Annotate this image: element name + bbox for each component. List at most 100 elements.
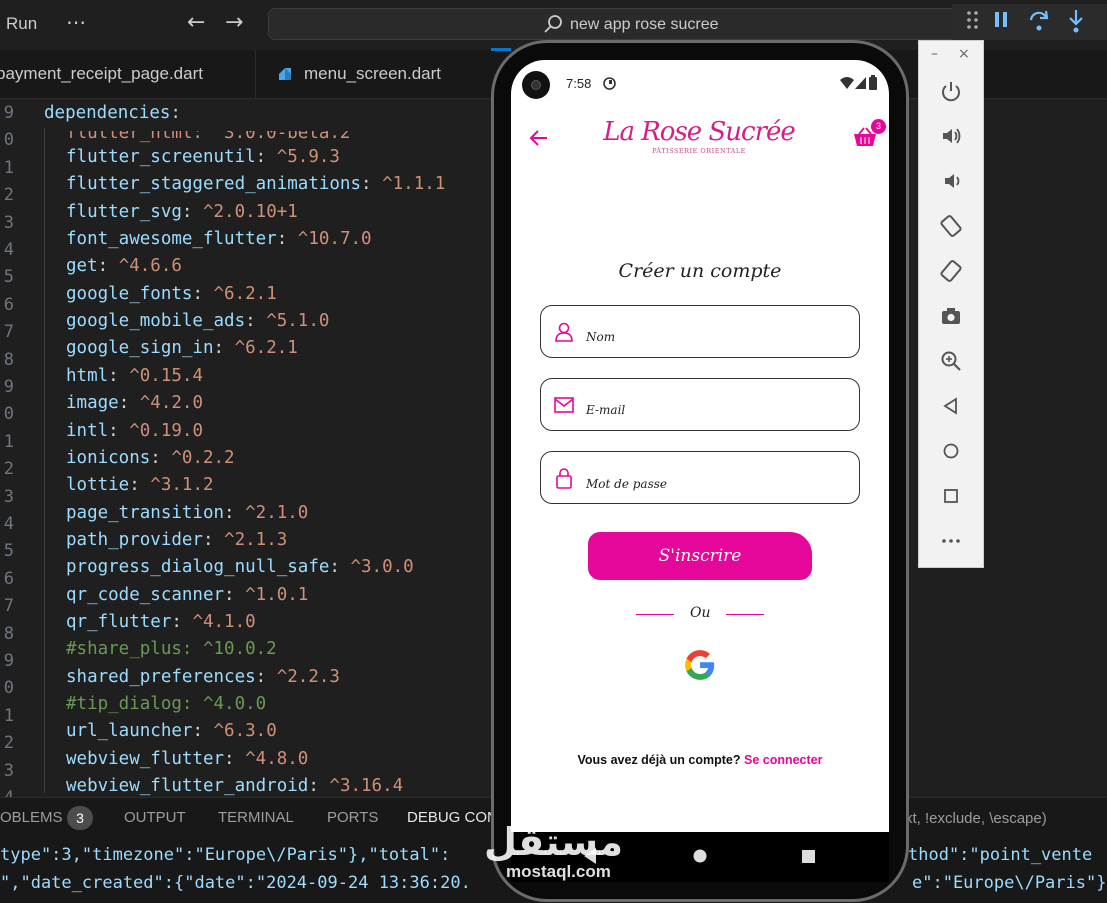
code-colon: : [245,311,267,332]
line-number: 2 [3,459,14,480]
code-line: get: ^4.6.6 [66,256,182,276]
back-arrow-icon[interactable]: ← [187,10,205,35]
package-version: ^10.7.0 [297,229,372,250]
line-number: 8 [3,623,14,644]
tab-label: payment_receipt_page.dart [0,64,203,83]
code-key: dependencies: [44,103,181,123]
signup-button[interactable]: S'inscrire [588,532,812,580]
package-name: progress_dialog_null_safe [66,557,330,578]
code-colon: : [224,502,246,523]
code-colon: : [97,256,119,277]
line-number: 2 [3,185,14,206]
package-version: ^2.1.0 [245,502,309,523]
nav-overview-icon[interactable] [801,849,816,864]
phone-screen [511,60,889,832]
run-menu[interactable]: Run [6,14,37,34]
line-number: 6 [3,294,14,315]
code-line: webview_flutter_android: ^3.16.4 [66,776,403,796]
line-number: 9 [3,377,14,397]
password-field[interactable]: Mot de passe [540,451,860,504]
package-name: intl [66,420,109,441]
code-comment: #tip_dialog: ^4.0.0 [66,694,267,714]
mail-icon [554,397,574,413]
nav-home-icon[interactable] [692,848,708,864]
watermark-latin: mostaql.com [506,862,611,881]
code-line: google_sign_in: ^6.2.1 [66,338,298,358]
panel-tab-ports[interactable]: PORTS [327,809,378,826]
code-line: path_provider: ^2.1.3 [66,530,287,550]
line-number: 1 [3,705,14,726]
status-time: 7:58 [566,76,592,91]
package-version: ^4.2.0 [139,393,203,414]
password-placeholder: Mot de passe [586,477,667,491]
signup-label: S'inscrire [658,546,742,566]
code-comment: #share_plus: ^10.0.2 [66,639,277,660]
package-version: ^5.9.3 [276,147,340,167]
code-line: shared_preferences: ^2.2.3 [66,667,340,687]
package-version: ^3.16.4 [329,776,404,797]
home-circle-icon[interactable] [931,436,971,466]
problems-count-badge: 3 [67,806,93,830]
package-version: ^0.15.4 [129,365,203,386]
panel-tab-terminal[interactable]: TERMINAL [218,809,294,826]
step-into-icon[interactable] [1066,8,1086,34]
code-line: flutter_staggered_animations: ^1.1.1 [66,174,445,194]
code-line: intl: ^0.19.0 [66,421,203,441]
step-over-icon[interactable] [1027,8,1051,32]
line-number: 3 [3,486,14,507]
volume-up-icon[interactable] [931,121,971,151]
minimize-icon[interactable]: – [931,46,938,62]
forward-arrow-icon[interactable]: → [225,10,243,35]
package-name: google_sign_in [66,338,214,359]
console-line: ","date_created":{"date":"2024-09-24 13:… [0,873,471,893]
close-icon[interactable]: × [958,46,970,62]
package-name: qr_flutter [66,611,172,632]
login-link[interactable]: Se connecter [744,753,823,767]
volume-down-icon[interactable] [931,166,971,196]
tab-payment-receipt[interactable]: payment_receipt_page.dart [0,50,256,98]
package-version: ^0.19.0 [129,420,203,441]
code-colon: : [308,776,330,797]
more-options-icon[interactable] [931,526,971,556]
code-line: page_transition: ^2.1.0 [66,503,308,523]
code-colon: : [192,283,214,304]
panel-tab-problems[interactable]: OBLEMS [0,809,63,826]
google-icon[interactable] [683,648,717,682]
wifi-icon [840,77,854,89]
email-field[interactable]: E-mail [540,378,860,431]
overview-square-icon[interactable] [931,481,971,511]
email-placeholder: E-mail [586,403,626,417]
rotate-left-icon[interactable] [931,211,971,241]
code-line-dependencies: dependencies: [44,103,181,123]
code-line: ionicons: ^0.2.2 [66,448,235,468]
more-menu[interactable]: ⋯ [66,10,87,34]
package-name: shared_preferences [66,666,256,687]
code-colon: : [150,447,172,468]
console-filter-input[interactable]: xt, !exclude, \escape) [905,810,1047,827]
code-line: #tip_dialog: ^4.0.0 [66,694,266,714]
package-version: ^0.2.2 [171,447,235,468]
code-colon: : [255,147,277,167]
tab-menu-screen[interactable]: menu_screen.dart [256,50,491,98]
name-placeholder: Nom [586,330,616,344]
pause-icon[interactable] [993,11,1009,29]
code-colon: : [171,611,193,632]
line-number: 0 [3,130,14,151]
code-colon: : [255,666,277,687]
zoom-icon[interactable] [931,346,971,376]
line-number: 9 [3,103,14,123]
back-triangle-icon[interactable] [931,391,971,421]
drag-handle-icon[interactable] [966,10,980,32]
power-icon[interactable] [931,76,971,106]
panel-tab-output[interactable]: OUTPUT [124,809,186,826]
line-number: 8 [3,349,14,370]
rotate-right-icon[interactable] [931,256,971,286]
package-name: html [66,365,109,386]
watermark-arabic: مستقل [484,820,623,864]
name-field[interactable]: Nom [540,305,860,358]
back-arrow-icon[interactable] [529,129,549,147]
package-version: ^3.0.0 [350,557,414,578]
camera-icon[interactable] [931,301,971,331]
brand-logo: La Rose Sucrée PÂTISSERIE ORIENTALE [588,115,810,159]
divider-left [636,614,674,615]
